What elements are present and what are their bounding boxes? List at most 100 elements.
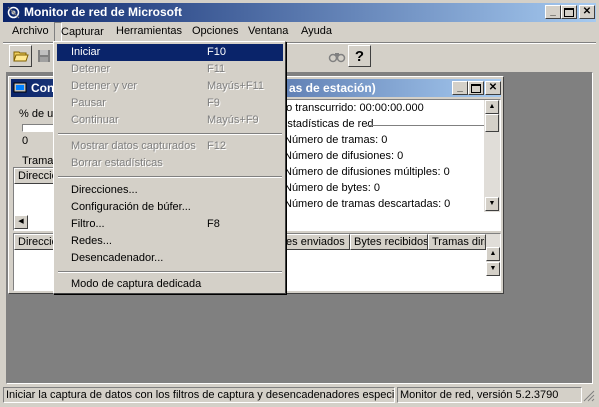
station-scrollbar[interactable]: ▲ ▼	[486, 234, 500, 276]
menu-item-label: Iniciar	[71, 46, 101, 58]
stats-scroll-down[interactable]: ▼	[485, 197, 499, 211]
child-minimize-button[interactable]: _	[452, 81, 468, 95]
menu-item-direcciones[interactable]: Direcciones...	[57, 182, 283, 199]
binoculars-icon	[328, 53, 345, 63]
close-icon: ✕	[582, 6, 592, 17]
binoculars-button[interactable]	[325, 45, 348, 67]
menu-ventana[interactable]: Ventana	[242, 22, 288, 41]
menu-item-detener-y-ver[interactable]: Detener y ver Mayús+F11	[57, 78, 283, 95]
menu-item-desencadenador[interactable]: Desencadenador...	[57, 250, 283, 267]
scroll-down-icon: ▼	[489, 265, 497, 272]
column-label: Direcció	[18, 236, 56, 248]
station-col-directed-frames[interactable]: Tramas dirig	[428, 234, 486, 250]
child-maximize-button[interactable]	[468, 81, 484, 95]
status-version: Monitor de red, versión 5.2.3790	[397, 387, 582, 403]
maximize-icon	[471, 84, 481, 93]
menu-item-filtro[interactable]: Filtro... F8	[57, 216, 283, 233]
minimize-icon: _	[550, 6, 556, 17]
menu-item-detener[interactable]: Detener F11	[57, 61, 283, 78]
menu-label: Ventana	[248, 25, 289, 37]
stats-scrollbar[interactable]: ▲ ▼	[484, 100, 500, 212]
menu-item-label: Modo de captura dedicada	[71, 278, 202, 290]
scroll-up-icon: ▲	[489, 250, 497, 257]
close-icon: ✕	[488, 82, 498, 93]
scroll-left-icon: ◀	[18, 218, 24, 225]
scroll-up-icon: ▲	[488, 103, 496, 110]
menu-archivo[interactable]: Archivo	[6, 22, 49, 41]
menu-herramientas[interactable]: Herramientas	[110, 22, 182, 41]
station-scroll-down[interactable]: ▼	[486, 262, 500, 276]
resize-grip[interactable]	[583, 390, 595, 402]
child-close-button[interactable]: ✕	[485, 81, 501, 95]
app-title: Monitor de red de Microsoft	[24, 5, 183, 19]
station-col-address[interactable]: Direcció	[14, 234, 56, 250]
menu-ayuda[interactable]: Ayuda	[295, 22, 332, 41]
stats-header-rule	[366, 125, 484, 126]
menu-item-shortcut: F9	[207, 97, 220, 109]
menu-item-label: Configuración de búfer...	[71, 201, 191, 213]
station-scroll-up[interactable]: ▲	[486, 247, 500, 261]
open-button[interactable]	[9, 45, 32, 67]
menu-item-borrar-estadisticas[interactable]: Borrar estadísticas	[57, 155, 283, 172]
menu-item-shortcut: Mayús+F11	[207, 80, 264, 92]
menu-capturar[interactable]: Capturar	[54, 22, 104, 42]
menu-item-label: Detener y ver	[71, 80, 138, 92]
stats-scroll-up[interactable]: ▲	[485, 100, 499, 114]
close-button[interactable]: ✕	[579, 5, 595, 19]
frames-label: Trama	[22, 155, 54, 167]
menu-item-modo-captura-dedicada[interactable]: Modo de captura dedicada	[57, 276, 283, 293]
maximize-icon	[564, 8, 574, 17]
save-disk-icon	[37, 50, 50, 62]
minimize-button[interactable]: _	[545, 5, 561, 19]
maximize-button[interactable]	[561, 5, 577, 19]
scroll-down-icon: ▼	[488, 200, 496, 207]
status-message-text: Iniciar la captura de datos con los filt…	[6, 389, 395, 401]
menu-item-continuar[interactable]: Continuar Mayús+F9	[57, 112, 283, 129]
menu-label: Opciones	[192, 25, 239, 37]
save-button[interactable]	[32, 45, 55, 67]
stat-multicasts: Número de difusiones múltiples: 0	[284, 166, 450, 178]
station-col-bytes-sent[interactable]: tes enviados	[282, 234, 350, 250]
menu-item-label: Continuar	[71, 114, 119, 126]
stats-scroll-thumb[interactable]	[485, 114, 499, 132]
menu-separator	[58, 133, 282, 135]
stats-pane[interactable]: po transcurrido: 00:00:00.000 Estadístic…	[277, 99, 501, 231]
menu-item-label: Detener	[71, 63, 111, 75]
menu-item-redes[interactable]: Redes...	[57, 233, 283, 250]
menu-item-iniciar[interactable]: Iniciar F10	[57, 44, 283, 61]
menu-opciones[interactable]: Opciones	[186, 22, 238, 41]
app-title-bar: Monitor de red de Microsoft _ ✕	[3, 3, 596, 22]
capture-menu: Iniciar F10 Detener F11 Detener y ver Mayús…	[53, 41, 286, 294]
session-scroll-left[interactable]: ◀	[14, 215, 28, 229]
stat-broadcasts: Número de difusiones: 0	[284, 150, 404, 162]
minimize-icon: _	[457, 82, 463, 93]
menu-separator	[58, 176, 282, 178]
menu-item-label: Direcciones...	[71, 184, 138, 196]
elapsed-time: po transcurrido: 00:00:00.000	[280, 102, 424, 114]
resize-grip-icon	[583, 390, 595, 402]
station-col-bytes-received[interactable]: Bytes recibidos	[350, 234, 428, 250]
menu-separator	[58, 271, 282, 273]
column-label: Tramas dirig	[432, 236, 485, 248]
menu-item-mostrar-datos[interactable]: Mostrar datos capturados F12	[57, 138, 283, 155]
menu-label: Herramientas	[116, 25, 183, 37]
menu-item-label: Borrar estadísticas	[71, 157, 163, 169]
column-label: Bytes recibidos	[354, 236, 428, 248]
menu-item-label: Pausar	[71, 97, 106, 109]
menu-item-shortcut: F11	[207, 63, 226, 75]
capture-window-icon[interactable]	[13, 81, 27, 95]
help-button[interactable]: ?	[348, 45, 371, 67]
capture-window-title-right: as de estación)	[289, 81, 376, 95]
menu-item-label: Mostrar datos capturados	[71, 140, 196, 152]
menu-item-configuracion-bufer[interactable]: Configuración de búfer...	[57, 199, 283, 216]
help-icon: ?	[354, 47, 365, 65]
menu-item-shortcut: Mayús+F9	[207, 114, 259, 126]
app-icon[interactable]	[6, 5, 21, 20]
menu-label: Archivo	[12, 25, 49, 37]
menu-item-shortcut: F8	[207, 218, 220, 230]
menu-item-pausar[interactable]: Pausar F9	[57, 95, 283, 112]
status-message: Iniciar la captura de datos con los filt…	[3, 387, 395, 403]
status-version-text: Monitor de red, versión 5.2.3790	[400, 389, 559, 401]
menu-bar: Archivo Capturar Herramientas Opciones V…	[3, 22, 596, 42]
open-folder-icon	[12, 51, 29, 62]
